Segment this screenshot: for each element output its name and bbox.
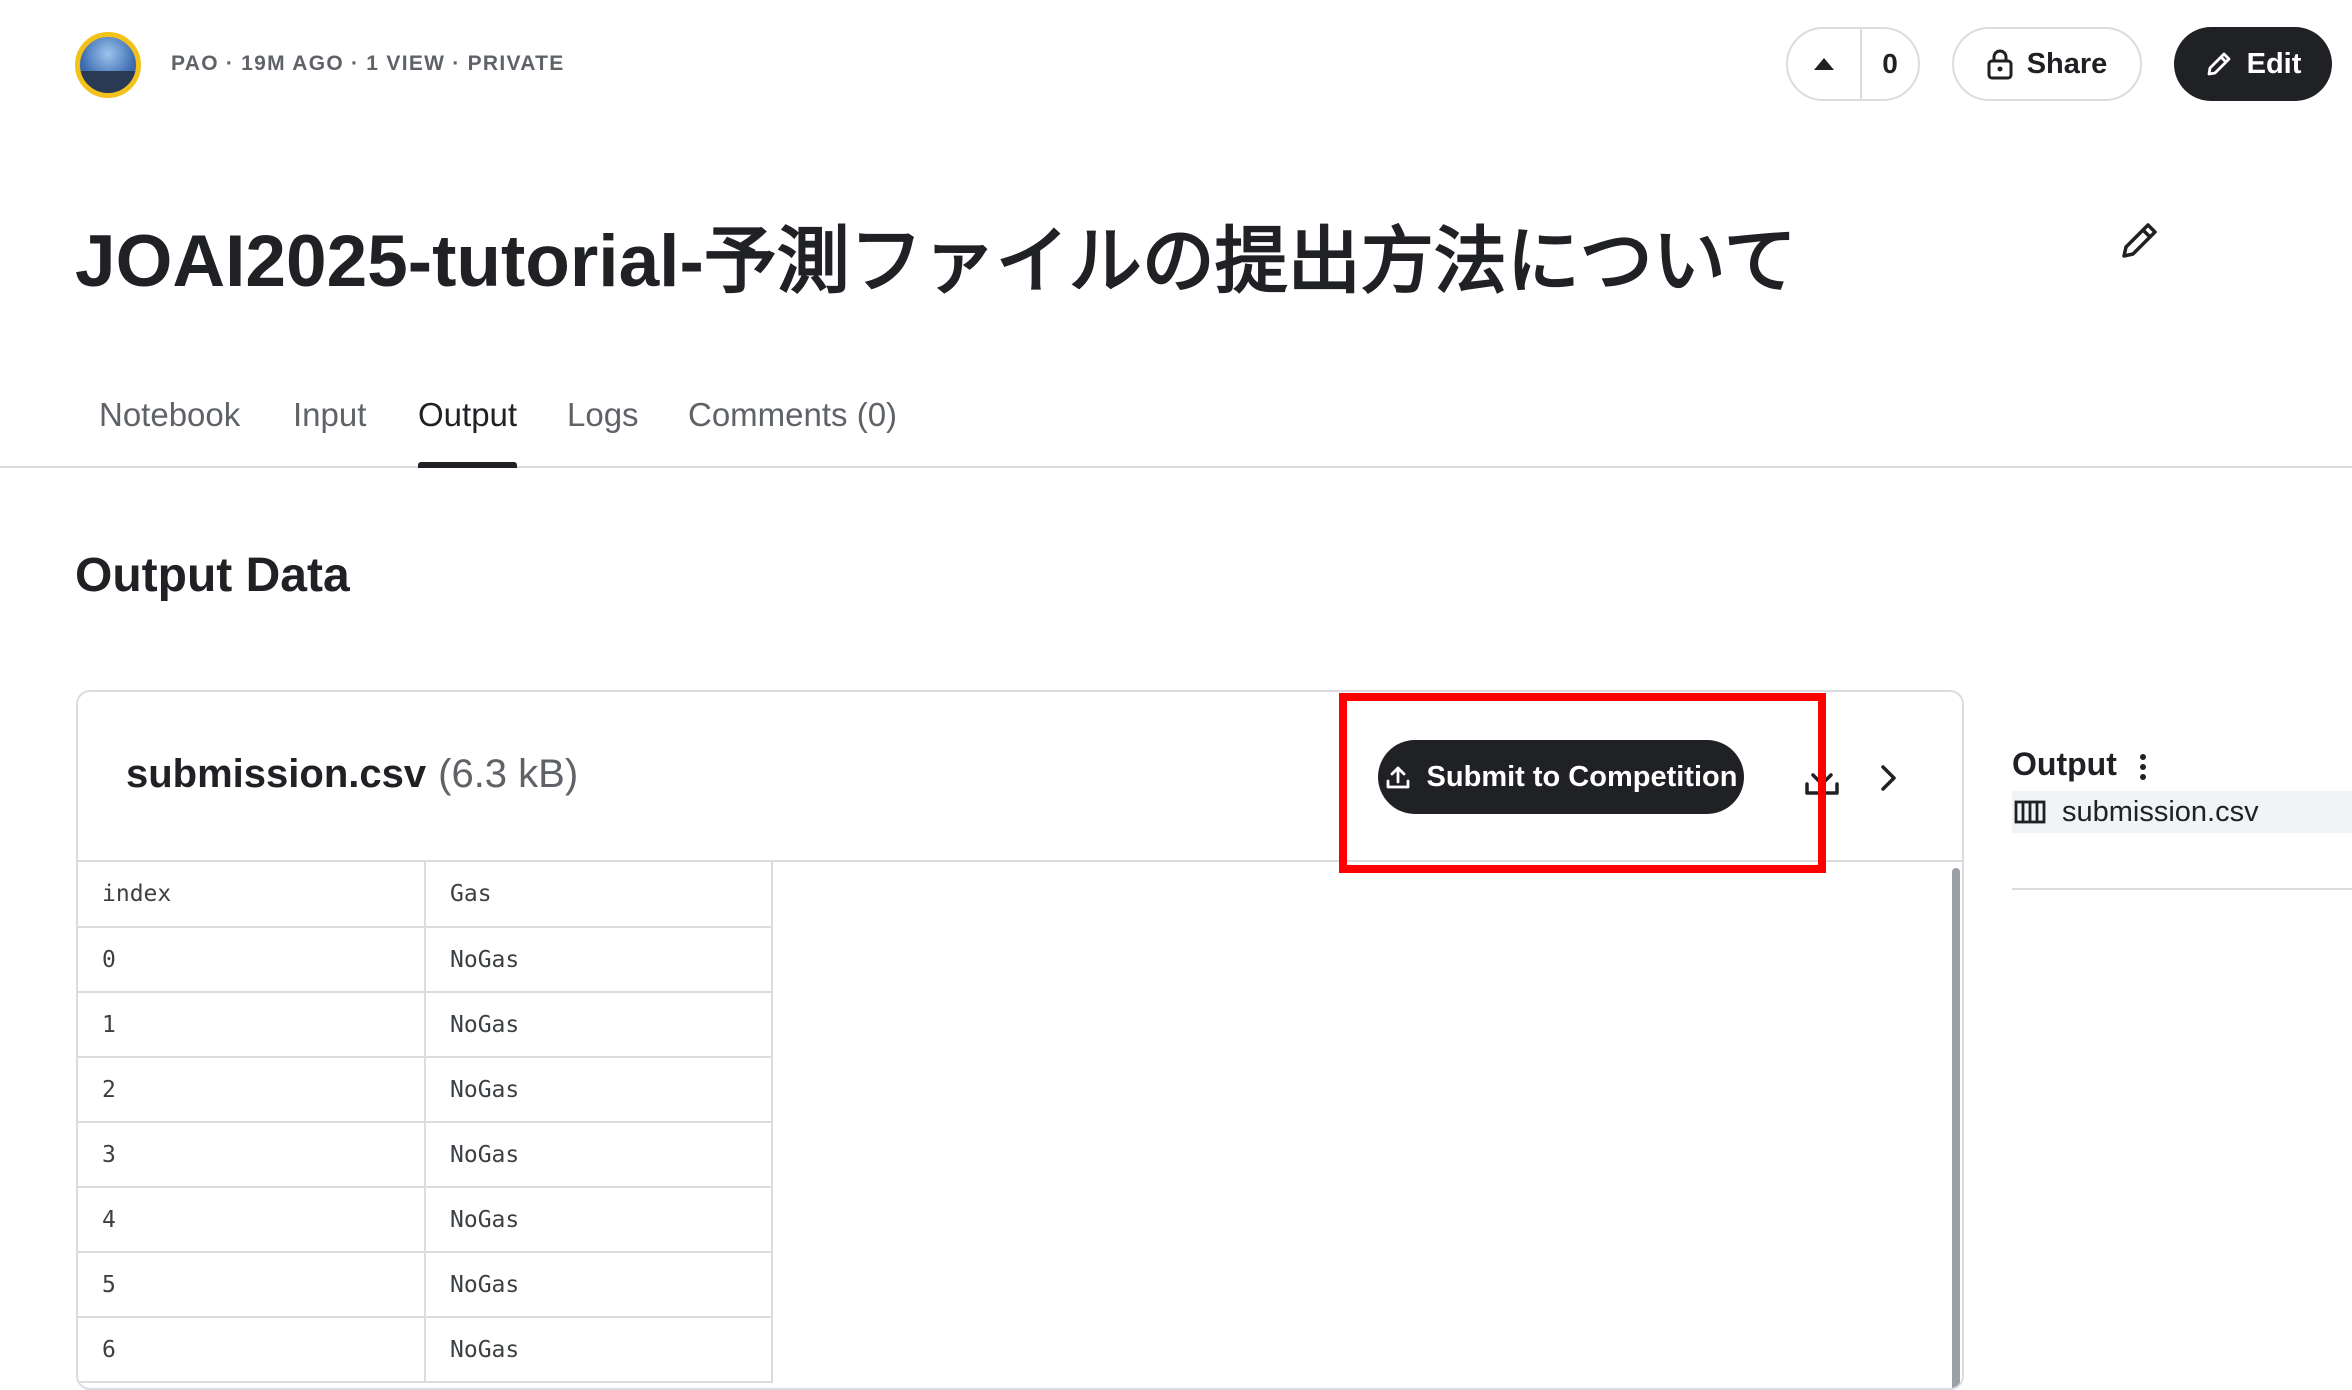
meta-separator: · (452, 52, 461, 75)
sidebar-file-label: submission.csv (2062, 795, 2259, 828)
expand-button[interactable] (1868, 758, 1908, 798)
meta-separator: · (225, 52, 235, 75)
pencil-icon (2122, 223, 2157, 258)
table-cell: NoGas (425, 992, 773, 1058)
active-tab-indicator (418, 462, 518, 468)
column-header[interactable]: index (78, 862, 426, 928)
section-title: Output Data (75, 549, 350, 602)
edit-title-button[interactable] (2118, 218, 2162, 262)
table-icon (2014, 800, 2046, 824)
table-cell: 6 (78, 1317, 426, 1383)
tab-notebook[interactable]: Notebook (99, 396, 240, 484)
tab-label: Input (293, 396, 367, 433)
tab-output[interactable]: Output (418, 396, 518, 468)
file-name: submission.csv (126, 752, 427, 796)
table-cell: NoGas (425, 1252, 773, 1318)
tab-input[interactable]: Input (293, 396, 366, 484)
table-cell: NoGas (425, 1057, 773, 1123)
table-row: 0 NoGas (78, 927, 773, 993)
table-row: 4 NoGas (78, 1187, 773, 1253)
table-row: 1 NoGas (78, 992, 773, 1058)
lock-icon (1987, 49, 2013, 80)
user-avatar[interactable] (75, 32, 141, 98)
meta-visibility: PRIVATE (467, 52, 565, 75)
table-row: 2 NoGas (78, 1057, 773, 1123)
caret-up-icon (1814, 58, 1834, 70)
meta-time: 19M AGO (241, 52, 344, 75)
tab-logs[interactable]: Logs (567, 396, 639, 484)
table-cell: 1 (78, 992, 426, 1058)
share-label: Share (2026, 47, 2108, 80)
more-options-button[interactable] (2135, 752, 2151, 782)
table-cell: NoGas (425, 1187, 773, 1253)
file-title: submission.csv (6.3 kB) (126, 752, 578, 797)
data-table: index Gas 0 NoGas 1 NoGas 2 NoGas 3 NoGas 4N… (78, 862, 773, 1383)
edit-label: Edit (2246, 47, 2302, 80)
vote-count: 0 (1882, 48, 1898, 79)
tab-comments[interactable]: Comments (0) (688, 396, 897, 484)
sidebar-file-item[interactable]: submission.csv (2012, 791, 2352, 833)
highlight-annotation (1339, 693, 1826, 873)
vote-group: 0 (1786, 27, 1920, 101)
vertical-scrollbar[interactable] (1952, 868, 1960, 1388)
meta-views: 1 VIEW (366, 52, 446, 75)
tab-label: Notebook (99, 396, 241, 433)
column-header[interactable]: Gas (425, 862, 773, 928)
table-row: 5 NoGas (78, 1252, 773, 1318)
pencil-icon (2207, 52, 2231, 76)
kebab-icon (2140, 754, 2146, 780)
table-header-row: index Gas (78, 862, 773, 928)
notebook-meta: PAO · 19M AGO · 1 VIEW · PRIVATE (171, 52, 565, 76)
table-viewport[interactable]: index Gas 0 NoGas 1 NoGas 2 NoGas 3 NoGas 4N… (78, 862, 1962, 1388)
table-cell: NoGas (425, 1122, 773, 1188)
edit-button[interactable]: Edit (2174, 27, 2332, 101)
table-cell: NoGas (425, 1317, 773, 1383)
tab-label: Comments (0) (688, 396, 898, 433)
divider (2012, 888, 2352, 890)
meta-separator: · (351, 52, 360, 75)
table-row: 6 NoGas (78, 1317, 773, 1383)
file-size: (6.3 kB) (438, 752, 579, 796)
sidebar-title: Output (2012, 746, 2117, 782)
table-cell: NoGas (425, 927, 773, 993)
tab-bar: Notebook Input Output Logs Comments (0) (0, 378, 2352, 468)
chevron-right-icon (1881, 765, 1896, 791)
share-button[interactable]: Share (1952, 27, 2142, 101)
upvote-button[interactable] (1788, 29, 1862, 99)
page-title: JOAI2025-tutorial-予測ファイルの提出方法について (75, 221, 1797, 302)
table-cell: 0 (78, 927, 426, 993)
tab-label: Output (418, 396, 518, 433)
meta-author[interactable]: PAO (171, 52, 219, 75)
table-row: 3 NoGas (78, 1122, 773, 1188)
table-cell: 2 (78, 1057, 426, 1123)
table-cell: 4 (78, 1187, 426, 1253)
table-cell: 5 (78, 1252, 426, 1318)
tab-label: Logs (567, 396, 639, 433)
table-cell: 3 (78, 1122, 426, 1188)
